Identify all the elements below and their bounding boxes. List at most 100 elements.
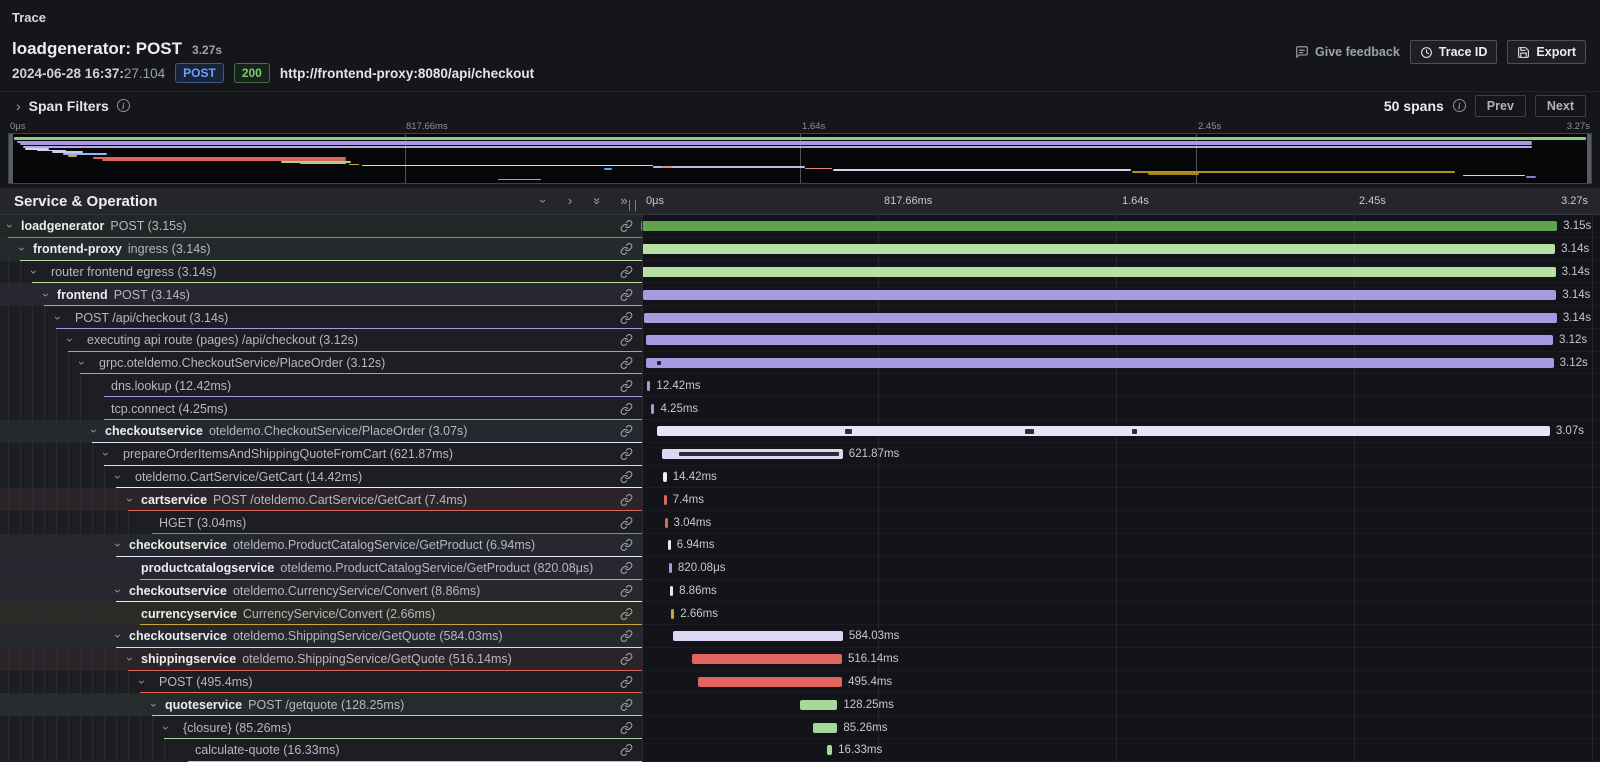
span-link-icon[interactable] xyxy=(620,653,633,666)
span-row[interactable]: › frontend-proxyingress (3.14s) 3.14s xyxy=(0,238,1600,261)
expand-chevron-icon[interactable]: › xyxy=(52,316,64,320)
span-name-cell[interactable]: › loadgeneratorPOST (3.15s) xyxy=(0,215,642,238)
span-name-cell[interactable]: › checkoutserviceoteldemo.CurrencyServic… xyxy=(0,580,642,603)
expand-one-icon[interactable]: › xyxy=(563,194,577,208)
span-name-cell[interactable]: › executing api route (pages) /api/check… xyxy=(0,329,642,352)
span-link-icon[interactable] xyxy=(620,470,633,483)
span-row[interactable]: › quoteservicePOST /getquote (128.25ms) … xyxy=(0,693,1600,716)
span-bar[interactable] xyxy=(641,221,1557,231)
span-row[interactable]: › {closure} (85.26ms) 85.26ms xyxy=(0,716,1600,739)
span-name-cell[interactable]: › frontendPOST (3.14s) xyxy=(0,283,642,306)
span-row[interactable]: currencyserviceCurrencyService/Convert (… xyxy=(0,602,1600,625)
span-link-icon[interactable] xyxy=(620,744,633,757)
span-link-icon[interactable] xyxy=(620,516,633,529)
span-bar[interactable] xyxy=(646,335,1553,345)
span-bar[interactable] xyxy=(642,267,1555,277)
span-bar[interactable] xyxy=(663,472,667,482)
expand-chevron-icon[interactable]: › xyxy=(16,247,28,251)
expand-chevron-icon[interactable]: › xyxy=(64,338,76,342)
span-bar[interactable] xyxy=(643,290,1556,300)
span-link-icon[interactable] xyxy=(620,357,633,370)
span-name-cell[interactable]: currencyserviceCurrencyService/Convert (… xyxy=(0,602,642,625)
span-row[interactable]: tcp.connect (4.25ms) 4.25ms xyxy=(0,397,1600,420)
span-row[interactable]: productcatalogserviceoteldemo.ProductCat… xyxy=(0,557,1600,580)
span-row[interactable]: › checkoutserviceoteldemo.ShippingServic… xyxy=(0,625,1600,648)
expand-chevron-icon[interactable]: › xyxy=(40,293,52,297)
span-bar[interactable] xyxy=(646,358,1553,368)
span-link-icon[interactable] xyxy=(620,630,633,643)
expand-chevron-icon[interactable]: › xyxy=(4,224,16,228)
span-name-cell[interactable]: productcatalogserviceoteldemo.ProductCat… xyxy=(0,557,642,580)
span-bar[interactable] xyxy=(692,654,842,664)
span-bar[interactable] xyxy=(642,244,1555,254)
span-link-icon[interactable] xyxy=(620,562,633,575)
span-row[interactable]: dns.lookup (12.42ms) 12.42ms xyxy=(0,374,1600,397)
span-link-icon[interactable] xyxy=(620,676,633,689)
export-button[interactable]: Export xyxy=(1507,40,1586,64)
span-bar[interactable] xyxy=(662,449,843,459)
span-bar[interactable] xyxy=(670,586,673,596)
span-bar[interactable] xyxy=(669,563,672,573)
span-name-cell[interactable]: › router frontend egress (3.14s) xyxy=(0,261,642,284)
span-bar[interactable] xyxy=(673,631,843,641)
span-name-cell[interactable]: › {closure} (85.26ms) xyxy=(0,716,642,739)
span-name-cell[interactable]: › POST (495.4ms) xyxy=(0,671,642,694)
span-name-cell[interactable]: tcp.connect (4.25ms) xyxy=(0,397,642,420)
expand-chevron-icon[interactable]: › xyxy=(148,703,160,707)
span-row[interactable]: › router frontend egress (3.14s) 3.14s xyxy=(0,261,1600,284)
span-row[interactable]: › checkoutserviceoteldemo.CurrencyServic… xyxy=(0,580,1600,603)
next-button[interactable]: Next xyxy=(1535,95,1586,117)
expand-chevron-icon[interactable]: › xyxy=(112,475,124,479)
span-name-cell[interactable]: › checkoutserviceoteldemo.ProductCatalog… xyxy=(0,534,642,557)
collapse-one-icon[interactable]: › xyxy=(536,194,550,208)
span-row[interactable]: HGET (3.04ms) 3.04ms xyxy=(0,511,1600,534)
span-row[interactable]: › shippingserviceoteldemo.ShippingServic… xyxy=(0,648,1600,671)
span-link-icon[interactable] xyxy=(620,584,633,597)
span-bar[interactable] xyxy=(664,495,667,505)
span-row[interactable]: › grpc.oteldemo.CheckoutService/PlaceOrd… xyxy=(0,352,1600,375)
span-link-icon[interactable] xyxy=(620,220,633,233)
span-link-icon[interactable] xyxy=(620,493,633,506)
expand-chevron-icon[interactable]: › xyxy=(76,361,88,365)
span-link-icon[interactable] xyxy=(620,288,633,301)
span-row[interactable]: › loadgeneratorPOST (3.15s) 3.15s xyxy=(0,215,1600,238)
span-link-icon[interactable] xyxy=(620,243,633,256)
span-name-cell[interactable]: › checkoutserviceoteldemo.CheckoutServic… xyxy=(0,420,642,443)
span-row[interactable]: calculate-quote (16.33ms) 16.33ms xyxy=(0,739,1600,762)
expand-chevron-icon[interactable]: › xyxy=(136,680,148,684)
collapse-all-icon[interactable]: » xyxy=(590,194,604,208)
span-row[interactable]: › frontendPOST (3.14s) 3.14s xyxy=(0,283,1600,306)
span-name-cell[interactable]: calculate-quote (16.33ms) xyxy=(0,739,642,762)
span-link-icon[interactable] xyxy=(620,402,633,415)
span-bar[interactable] xyxy=(644,313,1557,323)
span-row[interactable]: › checkoutserviceoteldemo.CheckoutServic… xyxy=(0,420,1600,443)
span-link-icon[interactable] xyxy=(620,425,633,438)
span-bar[interactable] xyxy=(800,700,837,710)
minimap-left-handle[interactable] xyxy=(9,134,13,183)
span-row[interactable]: › executing api route (pages) /api/check… xyxy=(0,329,1600,352)
trace-id-button[interactable]: Trace ID xyxy=(1410,40,1498,64)
span-bar[interactable] xyxy=(813,723,838,733)
span-bar[interactable] xyxy=(647,381,651,391)
span-row[interactable]: › checkoutserviceoteldemo.ProductCatalog… xyxy=(0,534,1600,557)
span-name-cell[interactable]: › frontend-proxyingress (3.14s) xyxy=(0,238,642,261)
expand-chevron-icon[interactable]: › xyxy=(28,270,40,274)
span-link-icon[interactable] xyxy=(620,539,633,552)
span-bar[interactable] xyxy=(665,518,668,528)
span-link-icon[interactable] xyxy=(620,448,633,461)
span-bar[interactable] xyxy=(698,677,842,687)
minimap-right-handle[interactable] xyxy=(1587,134,1591,183)
span-link-icon[interactable] xyxy=(620,607,633,620)
span-name-cell[interactable]: › POST /api/checkout (3.14s) xyxy=(0,306,642,329)
expand-chevron-icon[interactable]: › xyxy=(100,452,112,456)
span-link-icon[interactable] xyxy=(620,311,633,324)
span-row[interactable]: › POST (495.4ms) 495.4ms xyxy=(0,671,1600,694)
span-row[interactable]: › oteldemo.CartService/GetCart (14.42ms)… xyxy=(0,466,1600,489)
span-link-icon[interactable] xyxy=(620,698,633,711)
span-bar[interactable] xyxy=(671,609,674,619)
expand-chevron-icon[interactable]: › xyxy=(112,634,124,638)
span-filters-toggle[interactable]: › Span Filters i xyxy=(16,98,130,114)
expand-chevron-icon[interactable]: › xyxy=(160,726,172,730)
prev-button[interactable]: Prev xyxy=(1475,95,1526,117)
expand-chevron-icon[interactable]: › xyxy=(112,543,124,547)
